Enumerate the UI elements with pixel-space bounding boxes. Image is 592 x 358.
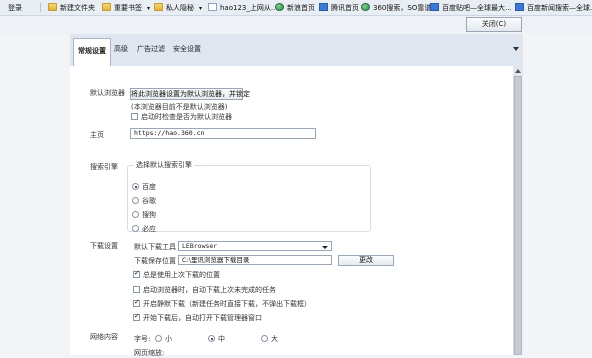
download-tool-label: 默认下载工具 <box>134 243 176 251</box>
font-size-radio-medium[interactable] <box>208 335 215 342</box>
bookmark-hao123[interactable]: hao123_上网从... <box>208 3 278 13</box>
tab-advanced[interactable]: 高级 <box>112 41 130 58</box>
bookmark-label: 新建文件夹 <box>60 4 95 12</box>
bookmark-folder-new[interactable]: 新建文件夹 <box>48 3 95 13</box>
font-size-radio-large[interactable] <box>261 335 268 342</box>
bookmark-label: 新浪首页 <box>287 4 315 12</box>
folder-icon <box>102 3 111 11</box>
bookmark-360so[interactable]: 360搜索，SO靠谱 <box>361 3 431 13</box>
globe-icon <box>361 3 370 11</box>
bookmark-label: hao123_上网从... <box>220 4 278 12</box>
chevron-down-icon: ▾ <box>147 5 151 12</box>
font-size-radio-small[interactable] <box>155 335 162 342</box>
download-option-checkbox[interactable] <box>133 269 140 278</box>
font-size-label: 字号: <box>134 335 151 343</box>
page-icon <box>208 3 217 11</box>
homepage-input[interactable]: https://hao.360.cn <box>130 128 316 139</box>
download-tool-select[interactable]: LEBrowser <box>178 241 332 251</box>
chevron-down-icon[interactable] <box>513 47 519 51</box>
web-content-label: 网络内容 <box>90 333 118 341</box>
tab-ad-filter[interactable]: 广告过滤 <box>137 41 165 58</box>
tab-general[interactable]: 常规设置 <box>73 38 111 67</box>
search-radio-bing[interactable] <box>132 225 139 232</box>
divider <box>40 3 41 12</box>
download-path-input[interactable]: C:\里讯浏览器下载目录 <box>178 255 332 265</box>
folder-icon <box>154 3 163 11</box>
search-radio-google[interactable] <box>132 197 139 204</box>
scrollbar-thumb[interactable] <box>514 76 522 355</box>
download-option-checkbox[interactable] <box>133 312 140 321</box>
search-option-label: 搜狗 <box>142 211 156 219</box>
default-browser-label: 默认浏览器 <box>90 89 125 97</box>
search-option-label: 必应 <box>142 225 156 233</box>
tieba-icon <box>430 3 439 11</box>
set-default-browser-button[interactable]: 将此浏览器设置为默认浏览器，并锁定 <box>130 88 250 100</box>
bookmark-label: 私人隐秘 <box>166 4 194 12</box>
search-option-label: 谷歌 <box>142 197 156 205</box>
search-engine-label: 搜索引擎 <box>90 163 118 171</box>
news-icon <box>515 3 524 11</box>
bookmark-qq[interactable]: 腾讯首页 <box>319 3 359 13</box>
download-option-label: 总是使用上次下载的位置 <box>143 271 220 279</box>
bookmark-label: 百度贴吧—全球最大... <box>442 4 512 12</box>
download-option-label: 开启静默下载（新建任务时直接下载，不弹出下载框） <box>143 300 311 308</box>
search-engine-group <box>127 165 371 232</box>
download-tool-value: LEBrowser <box>182 242 218 250</box>
tab-security[interactable]: 安全设置 <box>173 41 201 58</box>
homepage-label: 主页 <box>90 131 104 139</box>
bookmark-news[interactable]: 百度新闻搜索—全球... <box>515 3 592 13</box>
bookmark-tieba[interactable]: 百度贴吧—全球最大... <box>430 3 512 13</box>
bookmark-label: 360搜索，SO靠谱 <box>373 4 432 12</box>
search-radio-sogou[interactable] <box>132 211 139 218</box>
scroll-up-icon[interactable] <box>513 66 523 76</box>
download-option-label: 开始下载后，自动打开下载管理器窗口 <box>143 314 262 322</box>
bookmark-folder-private[interactable]: 私人隐秘 ▾ <box>154 3 202 13</box>
qq-icon <box>319 3 328 11</box>
font-size-option-label: 小 <box>165 335 172 343</box>
download-option-checkbox[interactable] <box>133 298 140 307</box>
download-path-label: 下载保存位置 <box>134 257 176 265</box>
check-default-label: 启动时检查是否为默认浏览器 <box>141 113 232 121</box>
download-option-checkbox[interactable] <box>133 286 140 293</box>
folder-icon <box>48 3 57 11</box>
bookmark-label: 重要书签 <box>114 4 142 12</box>
chevron-down-icon <box>322 246 328 249</box>
sina-icon <box>275 3 284 11</box>
bookmark-sina[interactable]: 新浪首页 <box>275 3 315 13</box>
bookmark-folder-important[interactable]: 重要书签 ▾ <box>102 3 150 13</box>
font-size-option-label: 中 <box>218 335 225 343</box>
search-engine-group-title: 选择默认搜索引擎 <box>134 160 194 170</box>
zoom-label: 网页缩放: <box>134 349 165 357</box>
search-radio-baidu[interactable] <box>132 183 139 190</box>
bookmarks-bar: 登录 新建文件夹 重要书签 ▾ 私人隐秘 ▾ hao123_上网从... 新浪首页 … <box>0 0 592 16</box>
font-size-option-label: 大 <box>271 335 278 343</box>
change-path-button[interactable]: 更改 <box>338 255 394 266</box>
close-button[interactable]: 关闭(C) <box>466 17 522 32</box>
search-option-label: 百度 <box>142 183 156 191</box>
check-default-checkbox[interactable] <box>131 113 138 120</box>
bookmark-label: 腾讯首页 <box>331 4 359 12</box>
chevron-down-icon: ▾ <box>199 5 203 12</box>
download-option-label: 启动浏览器时，自动下载上次未完成的任务 <box>143 286 276 294</box>
download-settings-label: 下载设置 <box>90 242 118 250</box>
bookmark-label: 百度新闻搜索—全球... <box>527 4 592 12</box>
login-link[interactable]: 登录 <box>8 3 22 13</box>
default-browser-note: (本浏览器目前不是默认浏览器) <box>131 103 228 111</box>
